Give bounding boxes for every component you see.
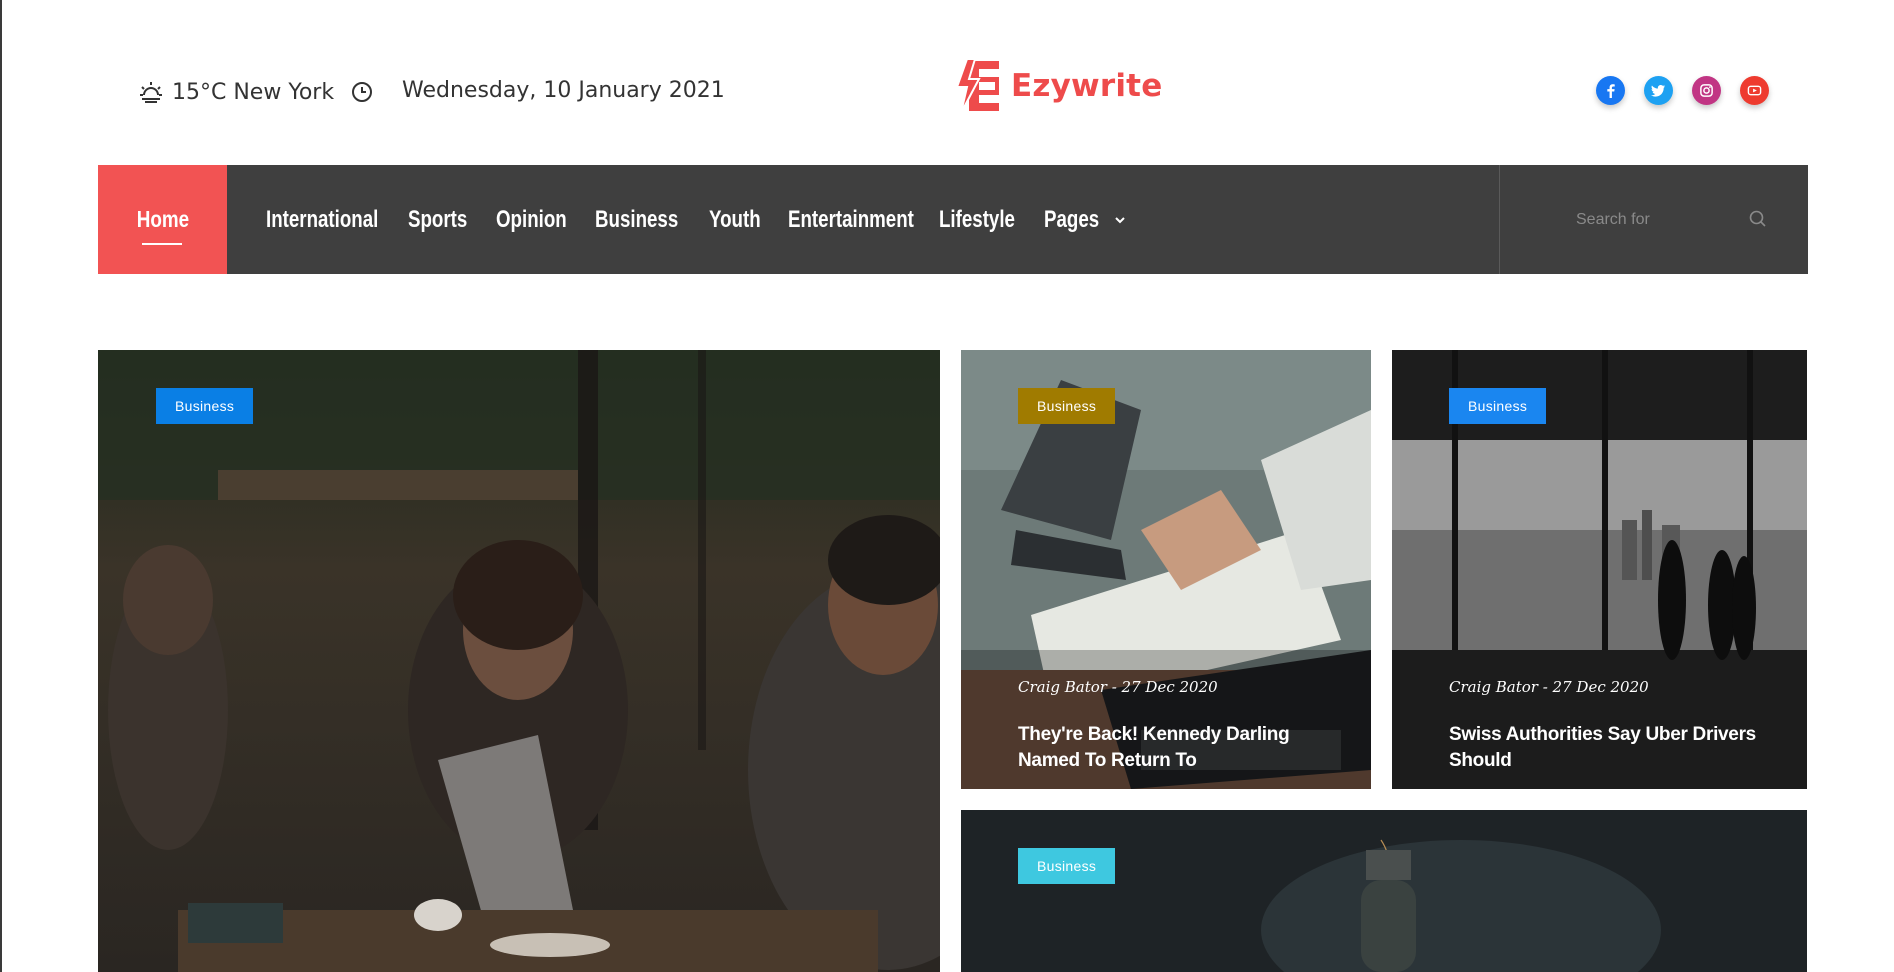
instagram-icon[interactable]	[1692, 76, 1721, 105]
nav-search	[1499, 165, 1808, 274]
nav-home[interactable]: Home	[98, 165, 227, 274]
nav-item-international[interactable]: International	[266, 206, 378, 234]
logo-text: Ezywrite	[1011, 68, 1163, 104]
youtube-icon[interactable]	[1740, 76, 1769, 105]
category-badge[interactable]: Business	[1018, 388, 1116, 424]
search-icon[interactable]	[1748, 209, 1768, 229]
post-meta: Craig Bator - 27 Dec 2020	[1018, 678, 1218, 696]
sun-icon	[140, 82, 162, 103]
search-input[interactable]	[1574, 209, 1728, 230]
category-badge[interactable]: Business	[156, 388, 254, 424]
chevron-down-icon[interactable]	[1113, 213, 1127, 227]
featured-card-top-right[interactable]: Business Craig Bator - 27 Dec 2020 Swiss…	[1392, 350, 1807, 789]
nav-item-sports[interactable]: Sports	[408, 206, 467, 234]
nav-home-label: Home	[136, 206, 189, 232]
featured-image	[98, 350, 940, 972]
window-left-edge	[0, 0, 2, 972]
social-links	[1596, 76, 1769, 105]
post-title[interactable]: They're Back! Kennedy Darling Named To R…	[1018, 722, 1338, 774]
weather-widget: 15°C New York	[138, 79, 334, 105]
nav-item-youth[interactable]: Youth	[709, 206, 761, 234]
main-navigation: Home International Sports Opinion Busine…	[98, 165, 1808, 274]
active-underline	[142, 243, 182, 245]
post-title[interactable]: Swiss Authorities Say Uber Drivers Shoul…	[1449, 722, 1769, 774]
current-date: Wednesday, 10 January 2021	[402, 78, 725, 103]
nav-item-lifestyle[interactable]: Lifestyle	[939, 206, 1015, 234]
nav-item-pages[interactable]: Pages	[1044, 206, 1099, 234]
category-badge[interactable]: Business	[1449, 388, 1547, 424]
facebook-icon[interactable]	[1596, 76, 1625, 105]
logo-mark-icon	[955, 58, 999, 114]
nav-item-entertainment[interactable]: Entertainment	[788, 206, 914, 234]
clock-icon	[352, 82, 372, 102]
nav-item-business[interactable]: Business	[595, 206, 678, 234]
featured-card-top-middle[interactable]: Business Craig Bator - 27 Dec 2020 They'…	[961, 350, 1371, 789]
nav-menu: International Sports Opinion Business Yo…	[266, 165, 1127, 274]
twitter-icon[interactable]	[1644, 76, 1673, 105]
nav-item-opinion[interactable]: Opinion	[496, 206, 567, 234]
site-logo[interactable]: Ezywrite	[955, 57, 1162, 115]
weather-text: 15°C New York	[172, 79, 335, 105]
category-badge[interactable]: Business	[1018, 848, 1116, 884]
featured-card-bottom[interactable]: Business	[961, 810, 1807, 972]
post-meta: Craig Bator - 27 Dec 2020	[1449, 678, 1649, 696]
card-image	[961, 810, 1807, 972]
featured-card-main[interactable]: Business	[98, 350, 940, 972]
